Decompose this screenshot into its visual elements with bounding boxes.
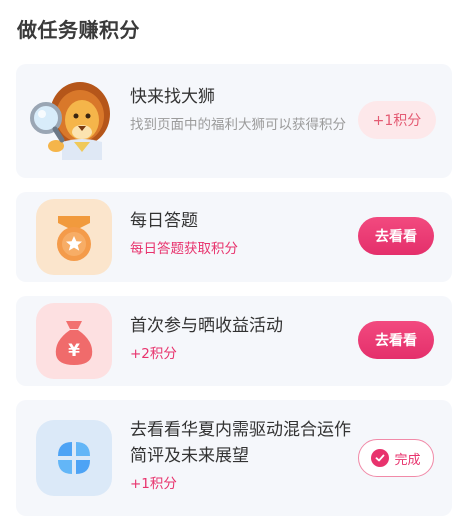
- svg-text:¥: ¥: [68, 341, 80, 361]
- money-bag-icon: ¥: [36, 303, 112, 379]
- completed-button[interactable]: 完成: [358, 439, 434, 477]
- task-title: 去看看华夏内需驱动混合运作简评及未来展望: [130, 420, 351, 466]
- task-card-share-earnings[interactable]: ¥ 首次参与晒收益活动 +2积分 去看看: [16, 296, 452, 386]
- task-info: 快来找大狮 找到页面中的福利大狮可以获得积分: [130, 84, 348, 136]
- task-title: 快来找大狮: [130, 87, 215, 107]
- completed-label: 完成: [394, 452, 421, 468]
- check-icon: [371, 449, 390, 467]
- medal-icon: [36, 199, 112, 275]
- points-reward-badge[interactable]: +1积分: [358, 101, 436, 139]
- lion-mascot-icon: [28, 76, 118, 164]
- go-view-button[interactable]: 去看看: [358, 217, 434, 255]
- task-card-daily-quiz[interactable]: 每日答题 每日答题获取积分 去看看: [16, 192, 452, 282]
- task-card-fund-review[interactable]: 去看看华夏内需驱动混合运作简评及未来展望 +1积分 完成: [16, 400, 452, 516]
- task-description: 找到页面中的福利大狮可以获得积分: [130, 117, 346, 133]
- task-info: 首次参与晒收益活动 +2积分: [130, 313, 350, 365]
- task-title: 每日答题: [130, 211, 198, 231]
- task-card-find-lion[interactable]: 快来找大狮 找到页面中的福利大狮可以获得积分 +1积分: [16, 64, 452, 178]
- task-description: +1积分: [130, 476, 177, 492]
- apps-grid-icon: [36, 420, 112, 496]
- task-info: 去看看华夏内需驱动混合运作简评及未来展望 +1积分: [130, 417, 352, 495]
- task-info: 每日答题 每日答题获取积分: [130, 208, 340, 260]
- task-title: 首次参与晒收益活动: [130, 316, 283, 336]
- go-view-button[interactable]: 去看看: [358, 321, 434, 359]
- section-title: 做任务赚积分: [17, 18, 140, 42]
- task-description: +2积分: [130, 346, 177, 362]
- task-description: 每日答题获取积分: [130, 241, 238, 257]
